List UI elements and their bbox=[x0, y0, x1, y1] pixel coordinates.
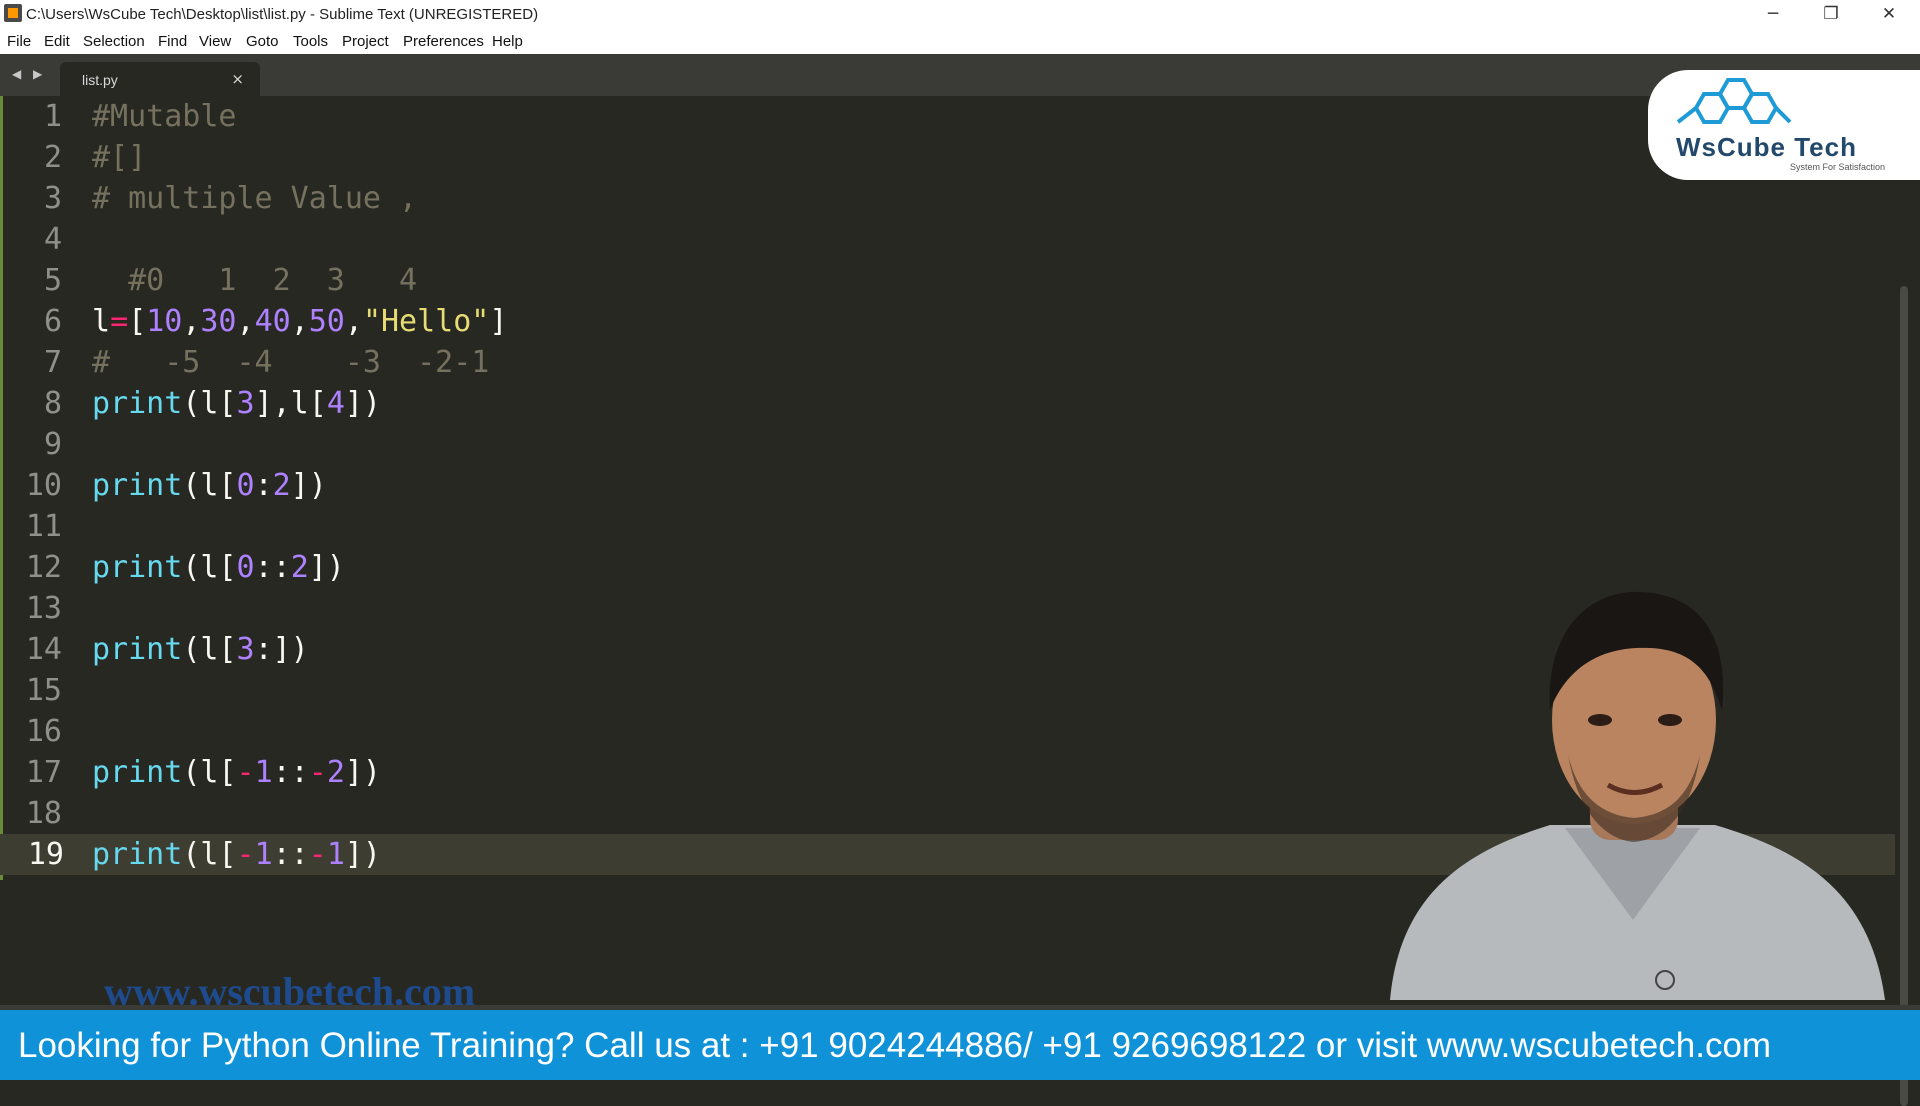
code-line[interactable]: print(l[0::2]) bbox=[92, 547, 345, 588]
code-line[interactable]: print(l[-1::-2]) bbox=[92, 752, 381, 793]
promo-banner-text: Looking for Python Online Training? Call… bbox=[18, 1026, 1772, 1065]
code-line[interactable]: #[] bbox=[92, 137, 146, 178]
line-number: 13 bbox=[25, 591, 62, 626]
tab-bar: ◀ ▶ list.py × bbox=[0, 54, 1920, 96]
presenter-video-image bbox=[1390, 591, 1885, 1000]
code-line[interactable]: #0 1 2 3 4 bbox=[92, 260, 417, 301]
menu-selection[interactable]: Selection bbox=[83, 33, 145, 50]
menu-file[interactable]: File bbox=[7, 33, 31, 50]
line-number: 2 bbox=[43, 140, 62, 175]
menu-edit[interactable]: Edit bbox=[44, 33, 70, 50]
logo-wordmark: WsCube Tech bbox=[1676, 132, 1857, 162]
line-number: 9 bbox=[43, 427, 62, 462]
line-number: 16 bbox=[25, 714, 62, 749]
hexagon-logo-icon bbox=[1676, 78, 1792, 124]
tab-list-py[interactable]: list.py × bbox=[60, 62, 260, 96]
line-number: 19 bbox=[0, 834, 64, 875]
menu-tools[interactable]: Tools bbox=[293, 33, 328, 50]
code-line[interactable]: # -5 -4 -3 -2-1 bbox=[92, 342, 489, 383]
promo-banner: Looking for Python Online Training? Call… bbox=[0, 1010, 1920, 1080]
line-number: 15 bbox=[25, 673, 62, 708]
line-number: 8 bbox=[43, 386, 62, 421]
line-number: 5 bbox=[43, 263, 62, 298]
line-number: 7 bbox=[43, 345, 62, 380]
window-title: C:\Users\WsCube Tech\Desktop\list\list.p… bbox=[26, 6, 539, 23]
code-line[interactable]: print(l[0:2]) bbox=[92, 465, 327, 506]
tab-label: list.py bbox=[82, 72, 118, 88]
minimize-button[interactable]: ─ bbox=[1744, 0, 1802, 28]
line-number: 12 bbox=[25, 550, 62, 585]
sublime-app-icon bbox=[4, 4, 22, 22]
line-number: 10 bbox=[25, 468, 62, 503]
menu-find[interactable]: Find bbox=[158, 33, 187, 50]
code-line[interactable]: # multiple Value , bbox=[92, 178, 417, 219]
wscube-logo: WsCube Tech System For Satisfaction bbox=[1648, 70, 1920, 180]
code-line[interactable]: print(l[3],l[4]) bbox=[92, 383, 381, 424]
menu-view[interactable]: View bbox=[199, 33, 231, 50]
menu-preferences[interactable]: Preferences bbox=[403, 33, 484, 50]
code-line[interactable]: print(l[-1::-1]) bbox=[92, 834, 381, 875]
tab-close-icon[interactable]: × bbox=[231, 70, 244, 88]
tab-nav-arrows-icon[interactable]: ◀ ▶ bbox=[12, 67, 46, 81]
menu-goto[interactable]: Goto bbox=[246, 33, 279, 50]
code-line[interactable]: #Mutable bbox=[92, 96, 237, 137]
menu-project[interactable]: Project bbox=[342, 33, 389, 50]
line-number: 4 bbox=[43, 222, 62, 257]
line-number: 3 bbox=[43, 181, 62, 216]
code-line[interactable]: l=[10,30,40,50,"Hello"] bbox=[92, 301, 507, 342]
line-number: 14 bbox=[25, 632, 62, 667]
line-number: 1 bbox=[43, 99, 62, 134]
line-number: 17 bbox=[25, 755, 62, 790]
line-number: 11 bbox=[25, 509, 62, 544]
line-number: 6 bbox=[43, 304, 62, 339]
line-number: 18 bbox=[25, 796, 62, 831]
close-window-button[interactable]: ✕ bbox=[1860, 0, 1918, 28]
code-line[interactable]: print(l[3:]) bbox=[92, 629, 309, 670]
restore-button[interactable]: ❐ bbox=[1802, 0, 1860, 28]
menu-help[interactable]: Help bbox=[492, 33, 523, 50]
logo-tagline: System For Satisfaction bbox=[1790, 162, 1886, 172]
menu-bar: File Edit Selection Find View Goto Tools… bbox=[0, 28, 1920, 54]
title-bar: C:\Users\WsCube Tech\Desktop\list\list.p… bbox=[0, 0, 1920, 28]
